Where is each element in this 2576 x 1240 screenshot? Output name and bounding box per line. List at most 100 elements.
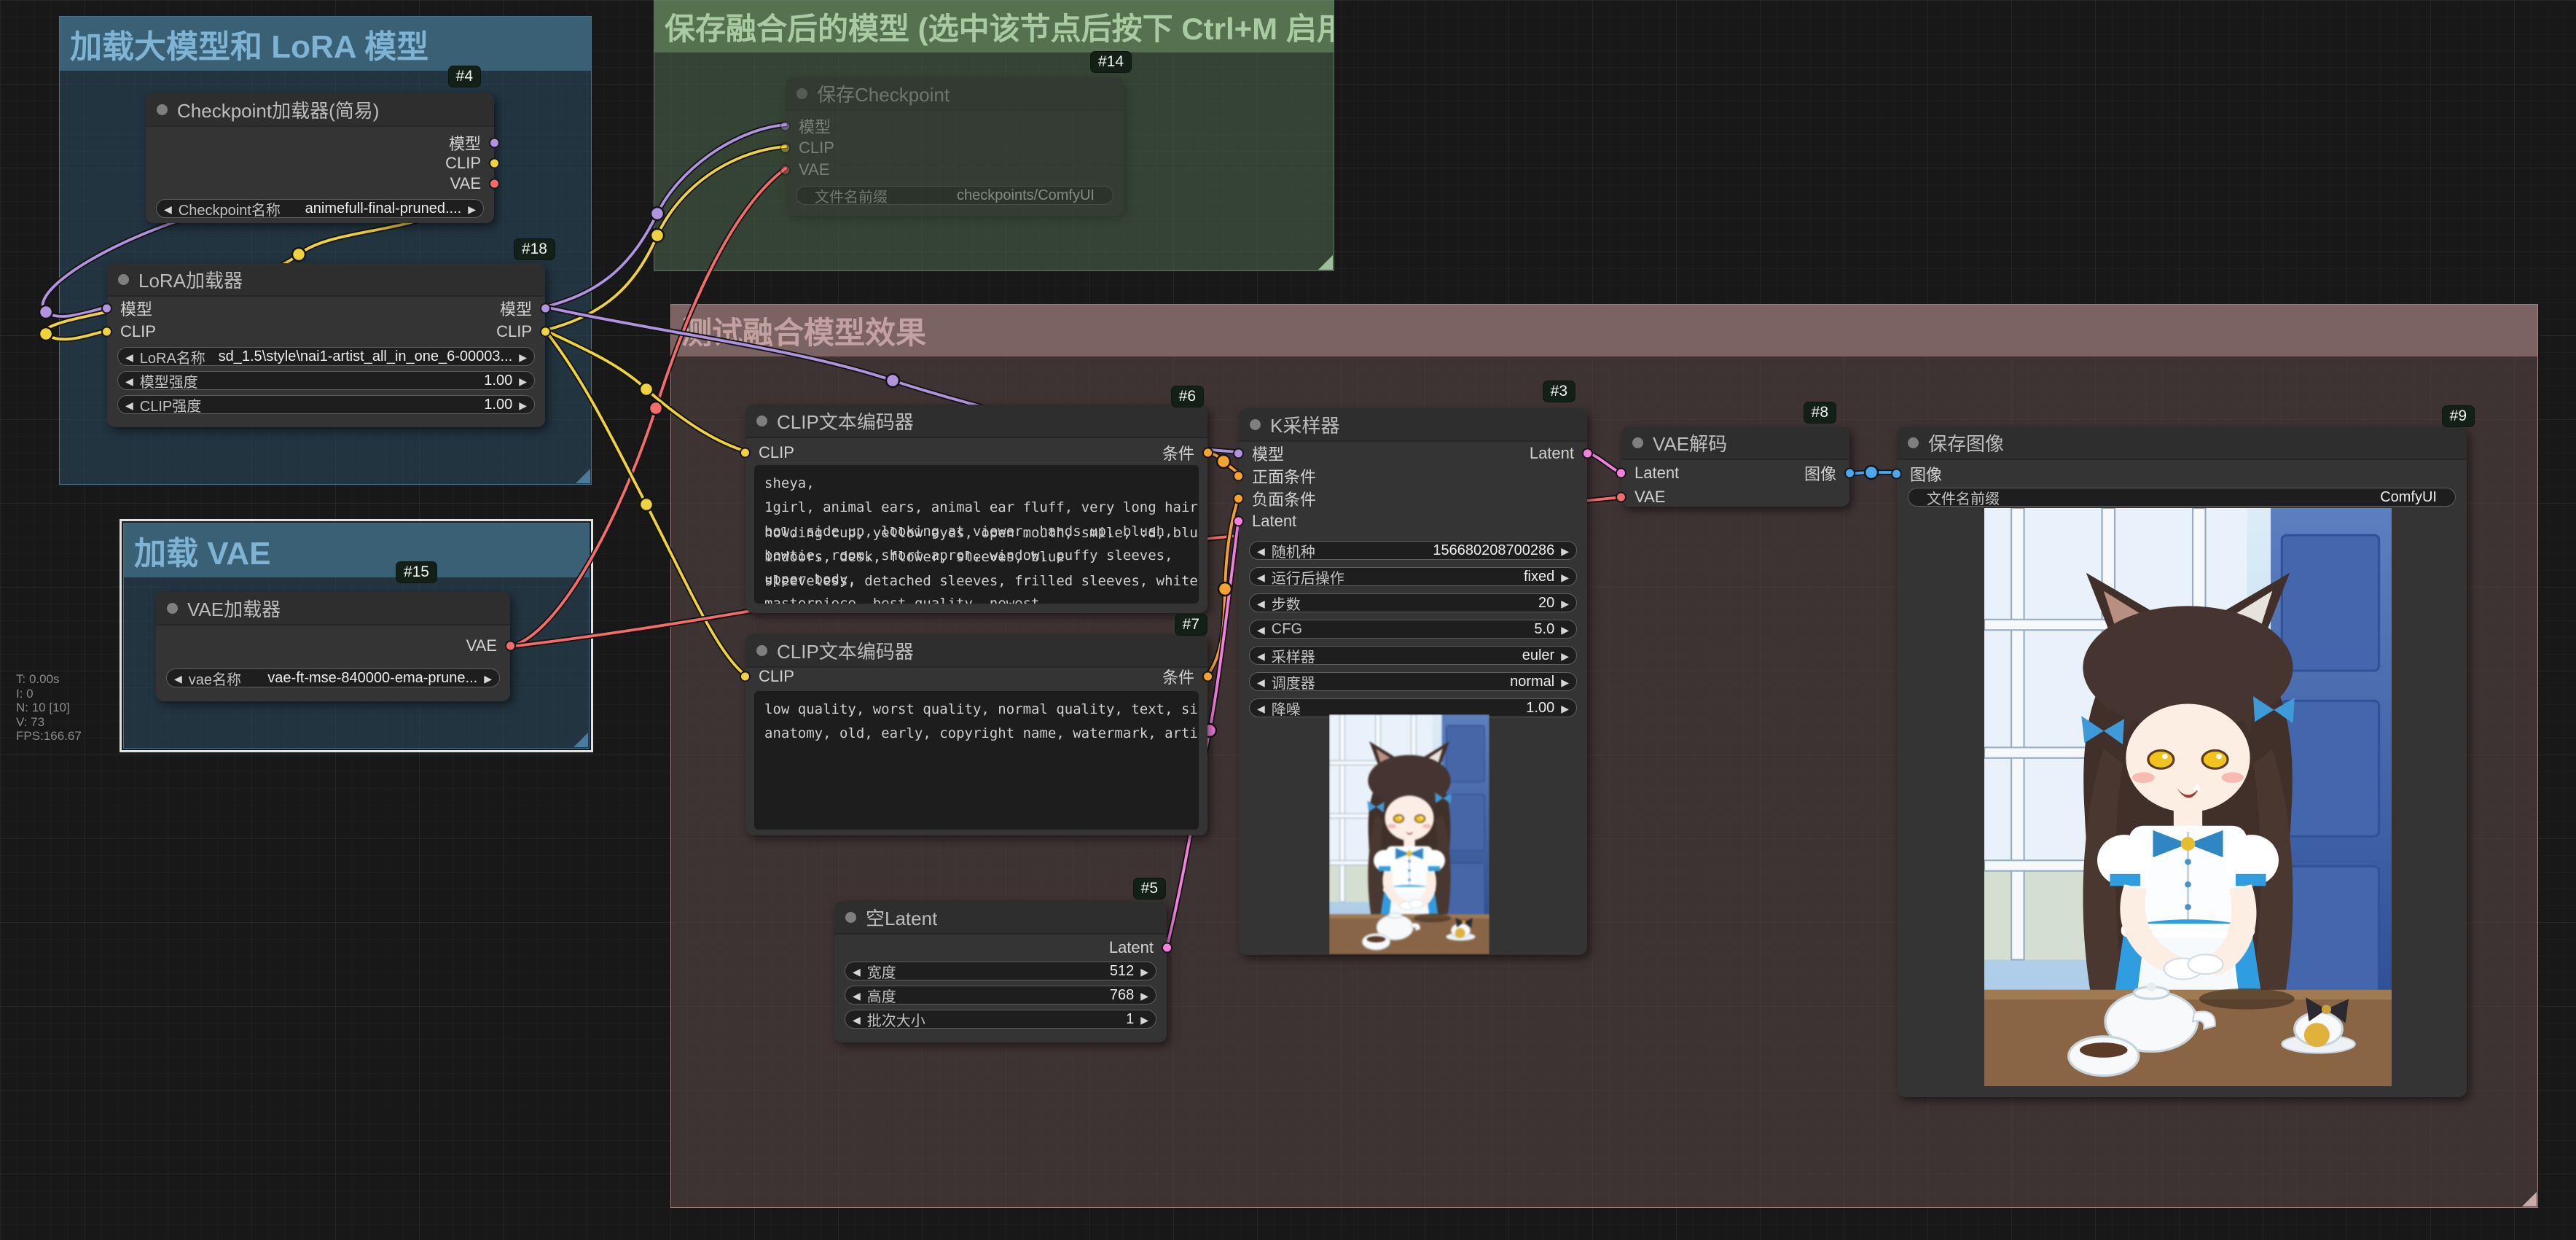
prev-arrow-icon[interactable] (174, 670, 182, 687)
model-strength-widget[interactable]: 模型强度 1.00 (117, 371, 535, 390)
node-save-checkpoint[interactable]: 保存Checkpoint 模型 CLIP VAE 文件名前缀 checkpoin… (786, 77, 1124, 216)
prev-arrow-icon[interactable] (1257, 595, 1265, 612)
input-port-clip[interactable] (101, 327, 112, 338)
prev-arrow-icon[interactable] (1257, 621, 1265, 638)
next-arrow-icon[interactable] (519, 397, 527, 413)
node-checkpoint-loader[interactable]: #4 Checkpoint加载器(简易) 模型 CLIP VAE Checkpo… (146, 93, 494, 223)
next-arrow-icon[interactable] (1561, 674, 1569, 690)
height-widget[interactable]: 高度 768 (845, 986, 1156, 1005)
prev-arrow-icon[interactable] (1257, 569, 1265, 585)
input-port-clip[interactable] (740, 448, 751, 459)
filename-prefix-widget[interactable]: 文件名前缀 ComfyUI (1908, 488, 2456, 507)
next-arrow-icon[interactable] (1140, 1011, 1148, 1028)
output-port-model[interactable] (489, 138, 500, 149)
output-port-clip[interactable] (489, 158, 500, 169)
steps-widget[interactable]: 步数 20 (1249, 593, 1577, 612)
input-port-model[interactable] (101, 303, 112, 314)
collapse-dot-icon[interactable] (796, 88, 807, 99)
next-arrow-icon[interactable] (1561, 621, 1569, 638)
output-port-vae[interactable] (505, 641, 516, 652)
next-arrow-icon[interactable] (1140, 987, 1148, 1004)
node-title-bar[interactable]: 空Latent (834, 901, 1167, 935)
output-port-latent[interactable] (1162, 943, 1172, 954)
node-title-bar[interactable]: K采样器 (1239, 408, 1587, 442)
prev-arrow-icon[interactable] (125, 348, 133, 365)
prev-arrow-icon[interactable] (1257, 542, 1265, 559)
node-title-bar[interactable]: VAE加载器 (156, 592, 510, 625)
next-arrow-icon[interactable] (1561, 595, 1569, 612)
batch-size-widget[interactable]: 批次大小 1 (845, 1010, 1156, 1029)
next-arrow-icon[interactable] (1561, 542, 1569, 559)
node-clip-positive[interactable]: #6 CLIP文本编码器 CLIP 条件 sheya, 1girl, anima… (745, 405, 1207, 613)
lora-name-widget[interactable]: LoRA名称 sd_1.5\style\nai1-artist_all_in_o… (117, 347, 535, 366)
next-arrow-icon[interactable] (519, 348, 527, 365)
input-port-model[interactable] (1233, 448, 1244, 459)
collapse-dot-icon[interactable] (118, 274, 129, 285)
prev-arrow-icon[interactable] (853, 963, 861, 980)
input-port-positive[interactable] (1233, 471, 1244, 482)
prev-arrow-icon[interactable] (1257, 674, 1265, 690)
prev-arrow-icon[interactable] (1257, 647, 1265, 664)
prev-arrow-icon[interactable] (164, 200, 172, 217)
node-clip-negative[interactable]: #7 CLIP文本编码器 CLIP 条件 low quality, worst … (745, 634, 1207, 835)
node-vae-decode[interactable]: #8 VAE解码 Latent 图像 VAE (1621, 426, 1849, 507)
negative-prompt-textarea[interactable]: low quality, worst quality, normal quali… (754, 691, 1199, 830)
checkpoint-name-widget[interactable]: Checkpoint名称 animefull-final-pruned.... (156, 199, 484, 218)
prev-arrow-icon[interactable] (853, 987, 861, 1004)
next-arrow-icon[interactable] (1561, 647, 1569, 664)
node-title-bar[interactable]: Checkpoint加载器(简易) (146, 93, 494, 127)
sampler-widget[interactable]: 采样器 euler (1249, 646, 1577, 665)
input-port-latent[interactable] (1233, 515, 1244, 526)
clip-strength-widget[interactable]: CLIP强度 1.00 (117, 395, 535, 414)
node-title-bar[interactable]: 保存图像 (1897, 426, 2467, 460)
seed-widget[interactable]: 随机种 156680208700286 (1249, 541, 1577, 560)
node-save-image[interactable]: #9 保存图像 图像 文件名前缀 ComfyUI (1897, 426, 2467, 1097)
input-port-negative[interactable] (1233, 493, 1244, 504)
collapse-dot-icon[interactable] (157, 104, 168, 115)
next-arrow-icon[interactable] (519, 373, 527, 389)
filename-prefix-widget[interactable]: 文件名前缀 checkpoints/ComfyUI (796, 186, 1113, 205)
collapse-dot-icon[interactable] (756, 645, 767, 656)
input-port-model[interactable] (780, 121, 791, 132)
input-port-vae[interactable] (1616, 492, 1626, 503)
input-port-vae[interactable] (780, 165, 791, 176)
output-port-conditioning[interactable] (1202, 448, 1213, 459)
input-port-image[interactable] (1891, 469, 1902, 480)
collapse-dot-icon[interactable] (1250, 419, 1261, 430)
node-ksampler[interactable]: #3 K采样器 模型 Latent 正面条件 负面条件 Latent 随机种 1… (1239, 408, 1587, 955)
node-lora-loader[interactable]: #18 LoRA加载器 模型 模型 CLIP CLIP LoRA名称 sd_1.… (107, 263, 545, 427)
output-port-conditioning[interactable] (1202, 671, 1213, 682)
node-empty-latent[interactable]: #5 空Latent Latent 宽度 512 高度 768 批次大小 1 (834, 901, 1167, 1042)
next-arrow-icon[interactable] (1140, 963, 1148, 980)
cfg-widget[interactable]: CFG 5.0 (1249, 620, 1577, 639)
output-port-latent[interactable] (1582, 448, 1593, 459)
scheduler-widget[interactable]: 调度器 normal (1249, 672, 1577, 691)
node-title-bar[interactable]: 保存Checkpoint (786, 77, 1124, 111)
input-port-latent[interactable] (1616, 468, 1626, 479)
output-port-clip[interactable] (540, 327, 551, 338)
positive-prompt-textarea[interactable]: sheya, 1girl, animal ears, animal ear fl… (754, 465, 1199, 604)
width-widget[interactable]: 宽度 512 (845, 962, 1156, 980)
prev-arrow-icon[interactable] (125, 397, 133, 413)
vae-name-widget[interactable]: vae名称 vae-ft-mse-840000-ema-prune... (166, 668, 500, 687)
node-graph-canvas[interactable]: 加载大模型和 LoRA 模型 保存融合后的模型 (选中该节点后按下 Ctrl+M… (0, 0, 2576, 1240)
node-title-bar[interactable]: CLIP文本编码器 (745, 634, 1207, 668)
collapse-dot-icon[interactable] (1908, 437, 1919, 448)
collapse-dot-icon[interactable] (756, 416, 767, 426)
node-vae-loader[interactable]: #15 VAE加载器 VAE vae名称 vae-ft-mse-840000-e… (156, 592, 510, 701)
output-port-model[interactable] (540, 303, 551, 314)
prev-arrow-icon[interactable] (1257, 700, 1265, 717)
node-title-bar[interactable]: VAE解码 (1621, 426, 1849, 460)
prev-arrow-icon[interactable] (125, 373, 133, 389)
next-arrow-icon[interactable] (1561, 700, 1569, 717)
next-arrow-icon[interactable] (468, 200, 476, 217)
collapse-dot-icon[interactable] (1632, 437, 1643, 448)
next-arrow-icon[interactable] (484, 670, 492, 687)
output-port-image[interactable] (1844, 468, 1855, 479)
next-arrow-icon[interactable] (1561, 569, 1569, 585)
node-title-bar[interactable]: CLIP文本编码器 (745, 405, 1207, 438)
output-port-vae[interactable] (489, 179, 500, 190)
node-title-bar[interactable]: LoRA加载器 (107, 263, 545, 297)
input-port-clip[interactable] (780, 143, 791, 154)
prev-arrow-icon[interactable] (853, 1011, 861, 1028)
